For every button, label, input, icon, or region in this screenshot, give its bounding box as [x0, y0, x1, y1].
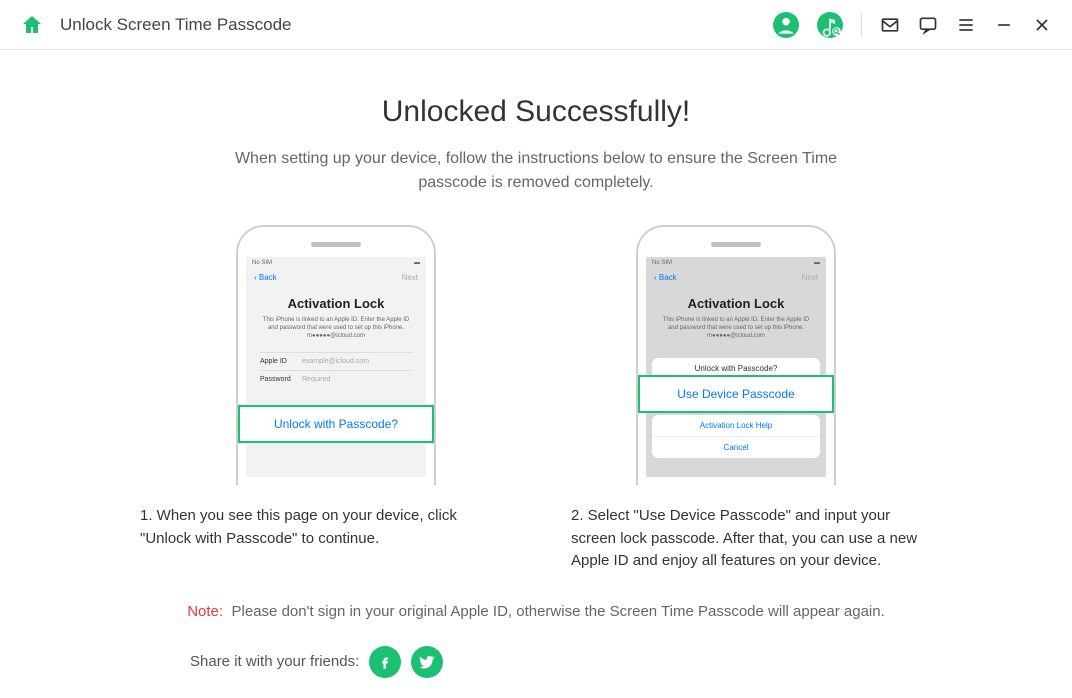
status-sim: No SIM — [252, 260, 272, 266]
main-content: Unlocked Successfully! When setting up y… — [0, 50, 1072, 698]
phone-next: Next — [802, 273, 818, 282]
share-text: Share it with your friends: — [190, 653, 359, 670]
activation-desc: This iPhone is linked to an Apple ID. En… — [260, 317, 412, 340]
activation-title: Activation Lock — [660, 296, 812, 311]
password-label: Password — [260, 376, 302, 383]
highlight-unlock-passcode: Unlock with Passcode? — [238, 405, 434, 443]
music-search-icon[interactable] — [817, 12, 843, 38]
status-sim: No SIM — [652, 260, 672, 266]
twitter-icon[interactable] — [411, 646, 443, 678]
home-icon[interactable] — [20, 13, 44, 37]
highlight-device-passcode: Use Device Passcode — [638, 375, 834, 413]
phones-container: No SIM ▬ ‹ Back Next Activation Lock Thi… — [60, 225, 1012, 485]
status-battery: ▬ — [814, 260, 820, 266]
phone-illustration-1: No SIM ▬ ‹ Back Next Activation Lock Thi… — [236, 225, 436, 485]
note-row: Note: Please don't sign in your original… — [60, 603, 1012, 621]
header-right — [773, 12, 1052, 38]
app-header: Unlock Screen Time Passcode — [0, 0, 1072, 50]
minimize-icon[interactable] — [994, 15, 1014, 35]
note-label: Note: — [187, 603, 223, 620]
user-icon[interactable] — [773, 12, 799, 38]
mail-icon[interactable] — [880, 15, 900, 35]
page-title: Unlocked Successfully! — [60, 95, 1012, 129]
menu-icon[interactable] — [956, 15, 976, 35]
close-icon[interactable] — [1032, 15, 1052, 35]
menu-cancel: Cancel — [652, 437, 820, 458]
phone-back: ‹ Back — [654, 273, 677, 282]
password-placeholder: Required — [302, 376, 330, 383]
note-text: Please don't sign in your original Apple… — [232, 603, 885, 620]
status-battery: ▬ — [414, 260, 420, 266]
menu-help: Activation Lock Help — [652, 415, 820, 437]
page-subtitle: When setting up your device, follow the … — [206, 147, 866, 195]
activation-desc: This iPhone is linked to an Apple ID. En… — [660, 317, 812, 340]
menu-box-bottom: Activation Lock Help Cancel — [652, 415, 820, 458]
instruction-1: 1. When you see this page on your device… — [140, 505, 501, 573]
header-left: Unlock Screen Time Passcode — [20, 13, 292, 37]
share-row: Share it with your friends: — [60, 646, 1012, 678]
facebook-icon[interactable] — [369, 646, 401, 678]
activation-title: Activation Lock — [260, 296, 412, 311]
phone-back: ‹ Back — [254, 273, 277, 282]
divider — [861, 13, 862, 37]
feedback-icon[interactable] — [918, 15, 938, 35]
phone-next: Next — [402, 273, 418, 282]
apple-id-placeholder: example@icloud.com — [302, 358, 369, 365]
phone-illustration-2: No SIM ▬ ‹ Back Next Activation Lock Thi… — [636, 225, 836, 485]
instructions: 1. When you see this page on your device… — [60, 505, 1012, 573]
instruction-2: 2. Select "Use Device Passcode" and inpu… — [571, 505, 932, 573]
apple-id-label: Apple ID — [260, 358, 302, 365]
app-title: Unlock Screen Time Passcode — [60, 15, 292, 35]
